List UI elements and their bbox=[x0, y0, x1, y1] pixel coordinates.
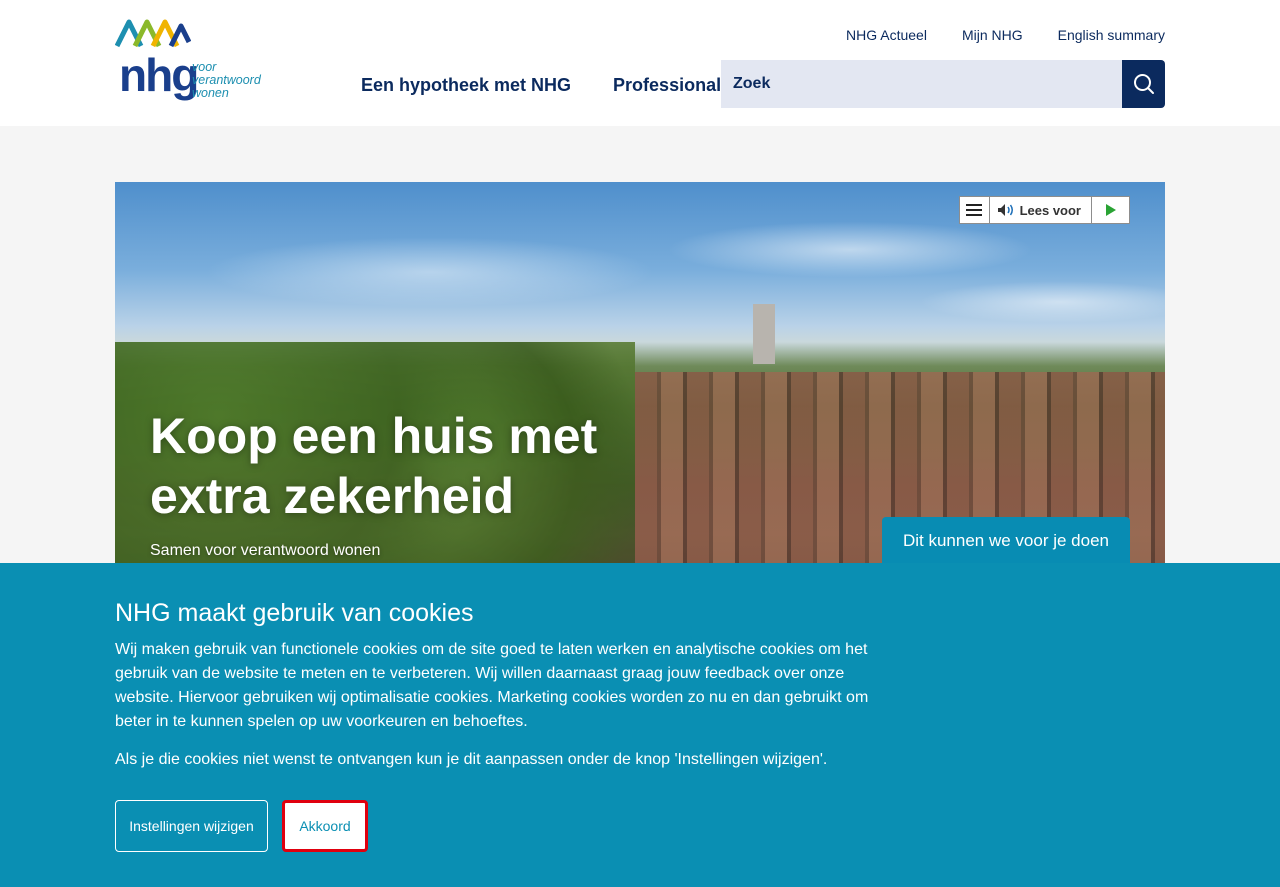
logo-tagline: voor verantwoord wonen bbox=[192, 60, 261, 101]
cookie-text-1: Wij maken gebruik van functionele cookie… bbox=[115, 641, 869, 730]
site-header: nhg voor verantwoord wonen NHG Actueel M… bbox=[0, 0, 1280, 126]
menu-icon bbox=[966, 204, 983, 216]
readspeaker-listen-button[interactable]: Lees voor bbox=[990, 197, 1092, 223]
search-input[interactable] bbox=[721, 60, 1122, 108]
cookie-settings-button[interactable]: Instellingen wijzigen bbox=[115, 800, 268, 852]
hero-subtitle: Samen voor verantwoord wonen bbox=[150, 542, 381, 559]
logo-wordmark: nhg bbox=[119, 49, 199, 101]
utility-nav: NHG Actueel Mijn NHG English summary bbox=[846, 26, 1165, 44]
nav-professional[interactable]: Professional bbox=[613, 73, 721, 97]
hero-banner: Lees voor Koop een huis met extra zekerh… bbox=[115, 182, 1165, 582]
hero-image-tower bbox=[753, 304, 775, 364]
hero-title: Koop een huis met extra zekerheid bbox=[150, 408, 598, 524]
search-icon bbox=[1133, 74, 1154, 94]
cookie-accept-button[interactable]: Akkoord bbox=[282, 800, 368, 852]
search-bar bbox=[721, 60, 1165, 108]
speaker-icon bbox=[997, 204, 1013, 216]
cookie-banner: NHG maakt gebruik van cookies Wij maken … bbox=[0, 563, 1280, 887]
nav-een-hypotheek-met-nhg[interactable]: Een hypotheek met NHG bbox=[361, 73, 571, 97]
main-nav: Een hypotheek met NHG Professional bbox=[361, 73, 721, 97]
cookie-text-2: Als je die cookies niet wenst te ontvang… bbox=[115, 751, 828, 768]
readspeaker-label: Lees voor bbox=[1019, 202, 1081, 218]
readspeaker-play-button[interactable] bbox=[1092, 197, 1129, 223]
readspeaker-menu-button[interactable] bbox=[960, 197, 990, 223]
logo-mark-icon bbox=[115, 19, 191, 48]
hero-cta-button[interactable]: Dit kunnen we voor je doen bbox=[881, 517, 1130, 565]
search-button[interactable] bbox=[1122, 60, 1165, 108]
link-nhg-actueel[interactable]: NHG Actueel bbox=[846, 26, 927, 44]
link-english-summary[interactable]: English summary bbox=[1058, 26, 1165, 44]
readspeaker-widget: Lees voor bbox=[958, 196, 1130, 224]
link-mijn-nhg[interactable]: Mijn NHG bbox=[962, 26, 1023, 44]
cookie-title: NHG maakt gebruik van cookies bbox=[115, 599, 474, 627]
play-icon bbox=[1105, 204, 1116, 216]
nhg-logo[interactable]: nhg voor verantwoord wonen bbox=[115, 18, 267, 108]
